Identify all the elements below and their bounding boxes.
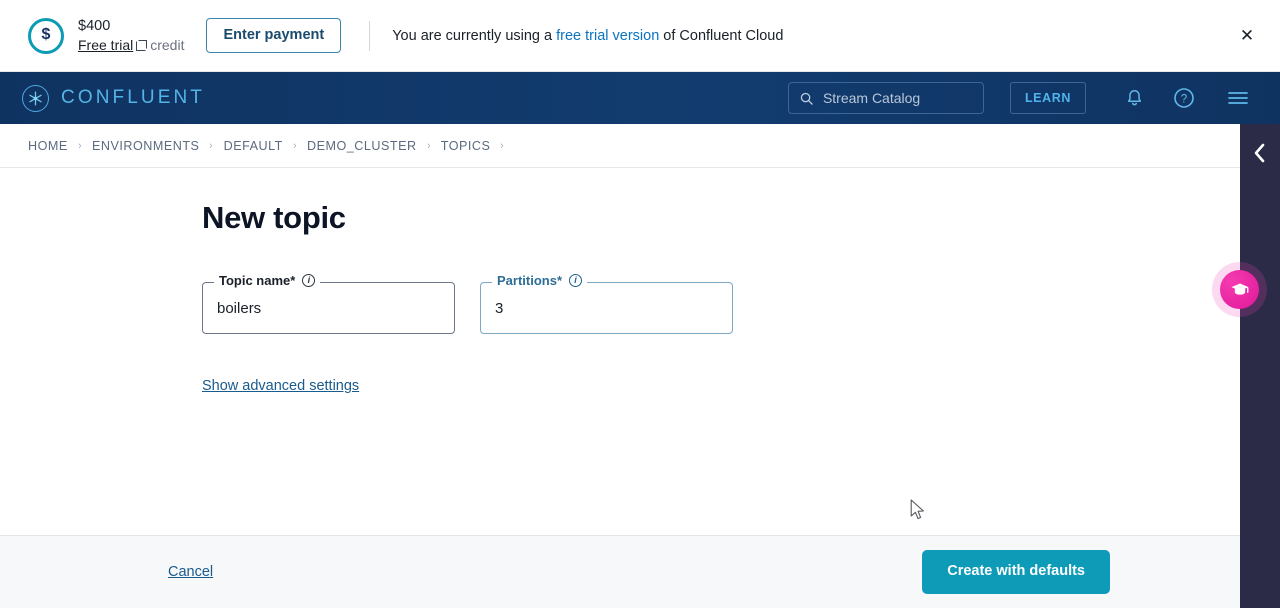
partitions-label: Partitions* [497, 273, 563, 288]
bell-icon [1127, 89, 1141, 105]
breadcrumb-item-home[interactable]: HOME [28, 139, 68, 153]
hamburger-icon [1228, 92, 1248, 104]
confluent-mark-icon [22, 84, 49, 112]
partitions-legend: Partitions* i [492, 273, 588, 288]
tutorial-fab-inner [1220, 270, 1259, 309]
search-icon [800, 92, 813, 105]
topic-name-value: boilers [217, 299, 262, 317]
breadcrumb-separator: › [293, 139, 297, 152]
top-navigation-bar: CONFLUENT Stream Catalog LEARN ? [0, 72, 1280, 124]
partitions-value: 3 [495, 299, 504, 317]
cancel-button[interactable]: Cancel [168, 564, 213, 580]
dollar-circle-icon: $ [28, 17, 64, 54]
confluent-logo[interactable]: CONFLUENT [22, 84, 206, 112]
credit-label: credit [150, 36, 185, 53]
search-placeholder: Stream Catalog [822, 90, 921, 106]
hamburger-menu-button[interactable] [1216, 76, 1260, 120]
banner-message-suffix: of Confluent Cloud [659, 27, 784, 44]
breadcrumb-item-demo-cluster[interactable]: DEMO_CLUSTER [307, 139, 417, 153]
form-footer: Cancel Create with defaults [0, 535, 1240, 608]
create-with-defaults-button[interactable]: Create with defaults [922, 550, 1110, 594]
breadcrumb-separator: › [78, 139, 82, 152]
partitions-field[interactable]: Partitions* i 3 [480, 274, 733, 334]
info-icon[interactable]: i [302, 274, 316, 287]
brand-name: CONFLUENT [61, 87, 206, 108]
page-title: New topic [202, 200, 346, 235]
trial-credit-amount: $400 [78, 17, 111, 34]
breadcrumb: HOME › ENVIRONMENTS › DEFAULT › DEMO_CLU… [0, 124, 1240, 168]
breadcrumb-item-environments[interactable]: ENVIRONMENTS [92, 139, 199, 153]
help-button[interactable]: ? [1162, 76, 1206, 120]
topic-name-label: Topic name* [219, 273, 296, 288]
topic-name-field[interactable]: Topic name* i boilers [202, 274, 455, 334]
breadcrumb-separator: › [500, 139, 505, 152]
topic-name-legend: Topic name* i [214, 273, 321, 288]
free-trial-banner: $ $400 Free trial credit Enter payment Y… [0, 0, 1280, 72]
breadcrumb-item-default[interactable]: DEFAULT [224, 139, 283, 153]
banner-divider [369, 20, 371, 51]
info-icon[interactable]: i [569, 274, 583, 287]
breadcrumb-separator: › [427, 139, 431, 152]
breadcrumb-item-topics[interactable]: TOPICS [441, 139, 491, 153]
confluent-cloud-app: $ $400 Free trial credit Enter payment Y… [0, 0, 1280, 608]
new-topic-form: New topic Topic name* i boilers Partitio… [0, 168, 1240, 535]
tutorial-fab-button[interactable] [1212, 262, 1267, 317]
svg-text:?: ? [1181, 94, 1187, 106]
right-panel-collapse-rail[interactable] [1240, 124, 1280, 608]
chevron-left-icon [1254, 143, 1265, 163]
free-trial-link[interactable]: Free trial [78, 36, 133, 55]
search-input[interactable]: Stream Catalog [787, 82, 984, 114]
graduation-cap-icon [1231, 283, 1248, 295]
external-link-icon [136, 39, 148, 51]
close-icon[interactable]: ✕ [1232, 21, 1262, 51]
question-mark-icon: ? [1174, 88, 1194, 108]
notifications-button[interactable] [1112, 76, 1156, 120]
nav-right-group: Stream Catalog LEARN ? [787, 76, 1260, 120]
banner-message-prefix: You are currently using a [392, 27, 557, 44]
banner-message: You are currently using a free trial ver… [392, 28, 783, 44]
breadcrumb-separator: › [209, 139, 214, 152]
form-fields-row: Topic name* i boilers Partitions* i 3 [202, 274, 1240, 334]
show-advanced-settings-link[interactable]: Show advanced settings [202, 378, 359, 394]
free-trial-version-link[interactable]: free trial version [556, 28, 659, 44]
learn-button[interactable]: LEARN [1009, 82, 1086, 114]
trial-credit-subtext: Free trial credit [78, 36, 184, 55]
trial-credit-block: $400 Free trial credit [78, 17, 184, 55]
dollar-glyph: $ [41, 25, 51, 43]
enter-payment-button[interactable]: Enter payment [206, 17, 342, 54]
